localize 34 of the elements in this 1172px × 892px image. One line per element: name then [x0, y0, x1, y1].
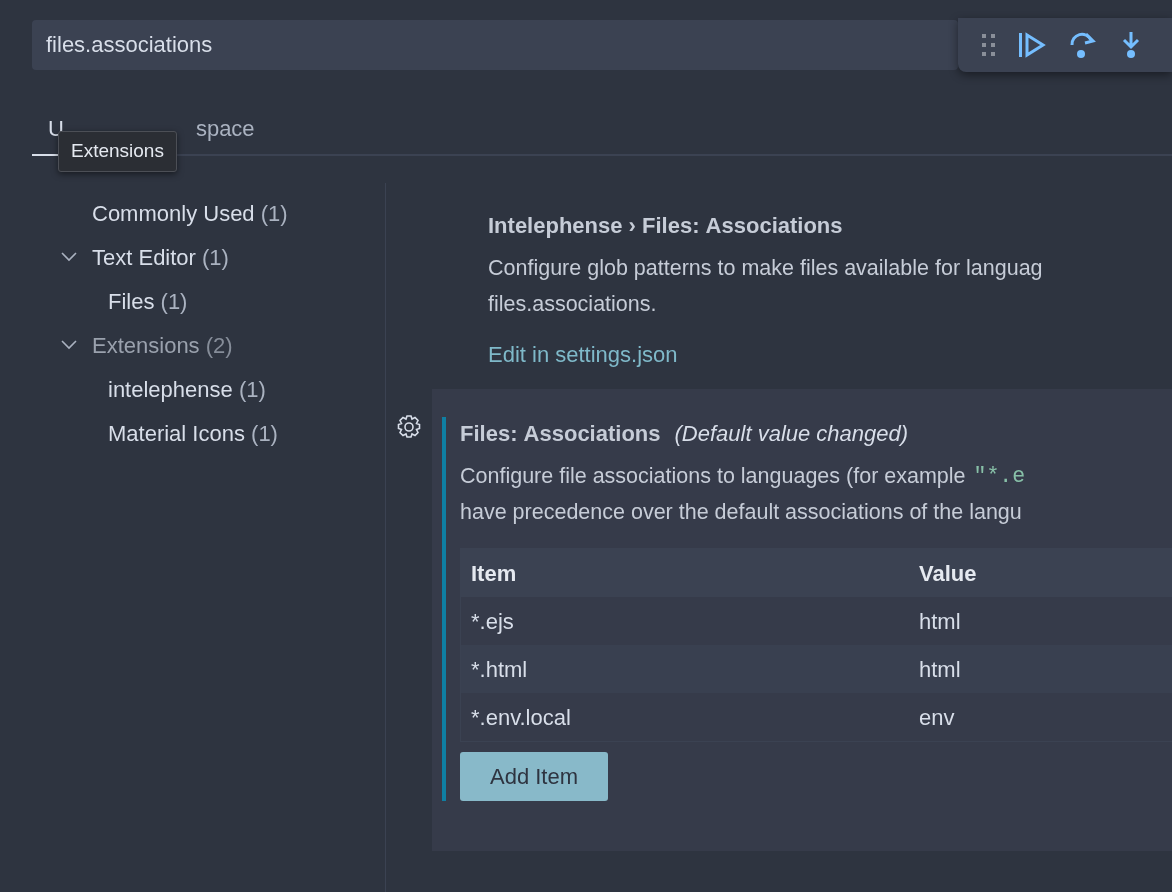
table-row[interactable]: *.env.local env — [461, 693, 1172, 741]
tab[interactable]: space — [179, 102, 255, 154]
table-cell-text: *.ejs — [470, 607, 515, 636]
setting-title: Files: Associations — [460, 420, 661, 448]
description-text: files.associations. — [488, 291, 658, 318]
step-over-icon[interactable] — [1068, 31, 1096, 59]
add-item-button[interactable]: Add Item — [460, 752, 609, 801]
description-text: Configure glob patterns to make files available for languag — [488, 255, 1044, 282]
column-header: Item — [470, 559, 518, 588]
tree-item[interactable]: Commonly Used (1) — [56, 191, 385, 235]
description-text: have precedence over the default associations of the langu — [460, 499, 1023, 526]
tree-item[interactable]: Files (1) — [56, 279, 385, 323]
table-cell-text: html — [918, 607, 961, 636]
table-cell-text: *.html — [470, 655, 529, 684]
tree-item[interactable]: Material Icons (1) — [56, 411, 385, 455]
setting-title: Intelephense › Files: Associations — [488, 212, 843, 240]
settings-link[interactable]: Edit in settings.json — [488, 338, 678, 371]
description-text: Configure file associations to languages (for example — [460, 463, 966, 490]
settings-icon[interactable] — [396, 414, 422, 440]
drag-handle-icon[interactable] — [982, 34, 996, 56]
table-row[interactable]: *.html html — [461, 645, 1172, 693]
tooltip: Extensions — [58, 131, 177, 172]
tree-item[interactable]: intelephense (1) — [56, 367, 385, 411]
table-row[interactable]: *.ejs html — [461, 597, 1172, 645]
table-cell-text: env — [918, 703, 955, 732]
search-field[interactable]: files.associations — [32, 20, 958, 70]
code-text: "*.e — [973, 463, 1026, 490]
tree-item[interactable]: Extensions (2) — [56, 323, 385, 367]
tree-item[interactable]: Text Editor (1) — [56, 235, 385, 279]
table-cell-text: html — [918, 655, 961, 684]
table-cell-text: *.env.local — [470, 703, 572, 732]
setting-note: (Default value changed) — [674, 421, 909, 446]
column-header: Value — [918, 559, 977, 588]
continue-icon[interactable] — [1018, 31, 1046, 59]
